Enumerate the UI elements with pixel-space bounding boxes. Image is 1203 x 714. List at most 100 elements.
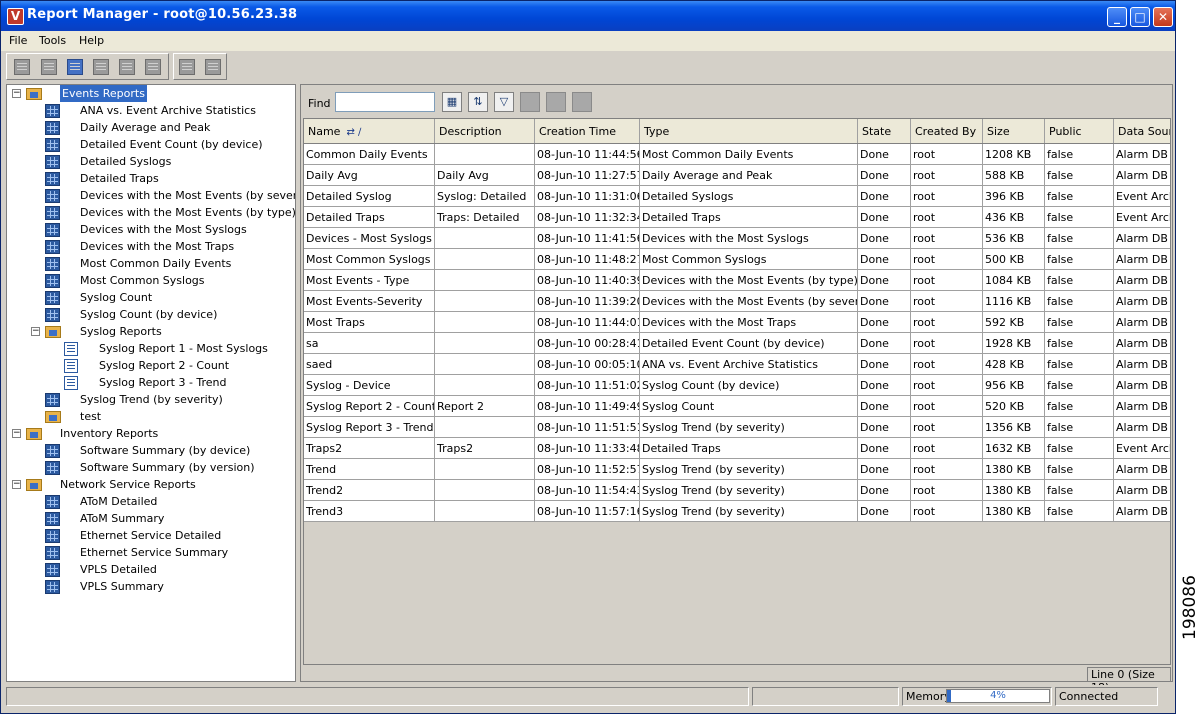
- tree-item[interactable]: Detailed Traps: [7, 170, 295, 187]
- filter-button[interactable]: ▽: [494, 92, 514, 112]
- column-header[interactable]: Name ⇄ ∕: [304, 119, 435, 144]
- tree-item[interactable]: ANA vs. Event Archive Statistics: [7, 102, 295, 119]
- table-row[interactable]: Daily Avg Daily Avg 08-Jun-10 11:27:57 Dail…: [304, 164, 1170, 186]
- toolbar-export-button[interactable]: [119, 59, 135, 75]
- table-cell: 428 KB: [982, 353, 1045, 375]
- collapse-toggle[interactable]: −: [31, 327, 40, 336]
- table-row[interactable]: Most Events-Severity 08-Jun-10 11:39:20 De…: [304, 290, 1170, 312]
- tree-item[interactable]: Syslog Report 2 - Count: [7, 357, 295, 374]
- column-header-label: Public: [1049, 124, 1082, 138]
- report-grid-icon: [45, 461, 60, 475]
- menu-help[interactable]: Help: [79, 34, 104, 47]
- report-tree[interactable]: − Events Reports ANA vs. Event Archive Sta…: [6, 84, 296, 682]
- tree-item[interactable]: − Inventory Reports: [7, 425, 295, 442]
- tree-item[interactable]: test: [7, 408, 295, 425]
- column-header-label: Size: [987, 124, 1010, 138]
- tree-item[interactable]: Detailed Event Count (by device): [7, 136, 295, 153]
- table-row[interactable]: Common Daily Events 08-Jun-10 11:44:56 Mos…: [304, 143, 1170, 165]
- calendar-filter-button[interactable]: ▦: [442, 92, 462, 112]
- table-row[interactable]: Syslog - Device 08-Jun-10 11:51:02 Syslog …: [304, 374, 1170, 396]
- table-row[interactable]: Syslog Report 3 - Trend 08-Jun-10 11:51:5…: [304, 416, 1170, 438]
- collapse-toggle[interactable]: −: [12, 429, 21, 438]
- title-bar[interactable]: V Report Manager - root@10.56.23.38 _ □ …: [1, 1, 1175, 31]
- column-header[interactable]: Data Source: [1113, 119, 1170, 144]
- report-grid-icon: [45, 529, 60, 543]
- table-row[interactable]: Most Events - Type 08-Jun-10 11:40:39 Devi…: [304, 269, 1170, 291]
- toolbar-properties-button[interactable]: [205, 59, 221, 75]
- find-input[interactable]: [335, 92, 435, 112]
- table-cell: Common Daily Events: [304, 143, 435, 165]
- tree-item[interactable]: AToM Summary: [7, 510, 295, 527]
- tree-item-label: Syslog Trend (by severity): [80, 393, 223, 406]
- column-header[interactable]: Public: [1044, 119, 1114, 144]
- sort-button[interactable]: ⇅: [468, 92, 488, 112]
- tree-item[interactable]: Software Summary (by device): [7, 442, 295, 459]
- column-header[interactable]: Creation Time: [534, 119, 640, 144]
- table-row[interactable]: Detailed Traps Traps: Detailed 08-Jun-10 1…: [304, 206, 1170, 228]
- minimize-button[interactable]: _: [1107, 7, 1127, 27]
- tree-item[interactable]: Software Summary (by version): [7, 459, 295, 476]
- export-table-button[interactable]: [546, 92, 566, 112]
- tree-item[interactable]: Devices with the Most Traps: [7, 238, 295, 255]
- column-header[interactable]: Type: [639, 119, 858, 144]
- collapse-toggle[interactable]: −: [12, 480, 21, 489]
- tree-item[interactable]: Devices with the Most Events (by type): [7, 204, 295, 221]
- tree-item[interactable]: Syslog Report 1 - Most Syslogs: [7, 340, 295, 357]
- table-row[interactable]: saed 08-Jun-10 00:05:10 ANA vs. Event Arch…: [304, 353, 1170, 375]
- toolbar-delete-button[interactable]: [145, 59, 161, 75]
- table-row[interactable]: sa 08-Jun-10 00:28:41 Detailed Event Count…: [304, 332, 1170, 354]
- column-header[interactable]: Size: [982, 119, 1045, 144]
- tree-item[interactable]: Devices with the Most Syslogs: [7, 221, 295, 238]
- tree-item-label: Devices with the Most Events (by type): [80, 206, 296, 219]
- table-row[interactable]: Traps2 Traps2 08-Jun-10 11:33:48 Detailed T…: [304, 437, 1170, 459]
- tree-item[interactable]: VPLS Summary: [7, 578, 295, 595]
- collapse-toggle[interactable]: −: [12, 89, 21, 98]
- table-row[interactable]: Trend 08-Jun-10 11:52:57 Syslog Trend (by …: [304, 458, 1170, 480]
- tree-item[interactable]: Devices with the Most Events (by severit…: [7, 187, 295, 204]
- tree-item[interactable]: VPLS Detailed: [7, 561, 295, 578]
- menu-tools[interactable]: Tools: [39, 34, 66, 47]
- tree-item[interactable]: Ethernet Service Summary: [7, 544, 295, 561]
- tree-item[interactable]: − Network Service Reports: [7, 476, 295, 493]
- tree-item[interactable]: Syslog Count (by device): [7, 306, 295, 323]
- memory-bar: 4%: [946, 689, 1050, 703]
- table-cell: 08-Jun-10 11:44:01: [534, 311, 640, 333]
- filter-clear-button[interactable]: [520, 92, 540, 112]
- table-row[interactable]: Trend2 08-Jun-10 11:54:43 Syslog Trend (by…: [304, 479, 1170, 501]
- menu-file[interactable]: File: [9, 34, 27, 47]
- table-cell: 08-Jun-10 11:51:02: [534, 374, 640, 396]
- toolbar-open-report-button[interactable]: [67, 59, 83, 75]
- tree-item[interactable]: Syslog Report 3 - Trend: [7, 374, 295, 391]
- table-row[interactable]: Most Traps 08-Jun-10 11:44:01 Devices with…: [304, 311, 1170, 333]
- column-header[interactable]: State: [857, 119, 911, 144]
- toolbar-report-button[interactable]: [14, 59, 30, 75]
- tree-item[interactable]: − Syslog Reports: [7, 323, 295, 340]
- maximize-button[interactable]: □: [1130, 7, 1150, 27]
- table-cell: false: [1044, 290, 1114, 312]
- table-row[interactable]: Trend3 08-Jun-10 11:57:16 Syslog Trend (by…: [304, 500, 1170, 522]
- table-row[interactable]: Syslog Report 2 - Count Report 2 08-Jun-10…: [304, 395, 1170, 417]
- tree-item[interactable]: Daily Average and Peak: [7, 119, 295, 136]
- table-row[interactable]: Devices - Most Syslogs 08-Jun-10 11:41:56…: [304, 227, 1170, 249]
- tree-item[interactable]: Most Common Daily Events: [7, 255, 295, 272]
- toolbar-tree-button[interactable]: [93, 59, 109, 75]
- report-document-icon: [64, 376, 78, 390]
- column-header[interactable]: Created By: [910, 119, 983, 144]
- close-button[interactable]: ✕: [1153, 7, 1173, 27]
- table-row[interactable]: Detailed Syslog Syslog: Detailed 08-Jun-10…: [304, 185, 1170, 207]
- tree-item[interactable]: − Events Reports: [7, 85, 295, 102]
- tree-item[interactable]: AToM Detailed: [7, 493, 295, 510]
- column-header[interactable]: Description: [434, 119, 535, 144]
- tree-item[interactable]: Detailed Syslogs: [7, 153, 295, 170]
- table-row[interactable]: Most Common Syslogs 08-Jun-10 11:48:27 Mos…: [304, 248, 1170, 270]
- tree-item[interactable]: Syslog Count: [7, 289, 295, 306]
- table-cell: Most Common Syslogs: [304, 248, 435, 270]
- table-cell: 1380 KB: [982, 500, 1045, 522]
- toolbar-new-report-button[interactable]: [41, 59, 57, 75]
- tree-item[interactable]: Ethernet Service Detailed: [7, 527, 295, 544]
- print-table-button[interactable]: [572, 92, 592, 112]
- tree-item[interactable]: Most Common Syslogs: [7, 272, 295, 289]
- toolbar-copy-button[interactable]: [179, 59, 195, 75]
- sort-indicator-icon: ⇄ ∕: [346, 126, 362, 138]
- tree-item[interactable]: Syslog Trend (by severity): [7, 391, 295, 408]
